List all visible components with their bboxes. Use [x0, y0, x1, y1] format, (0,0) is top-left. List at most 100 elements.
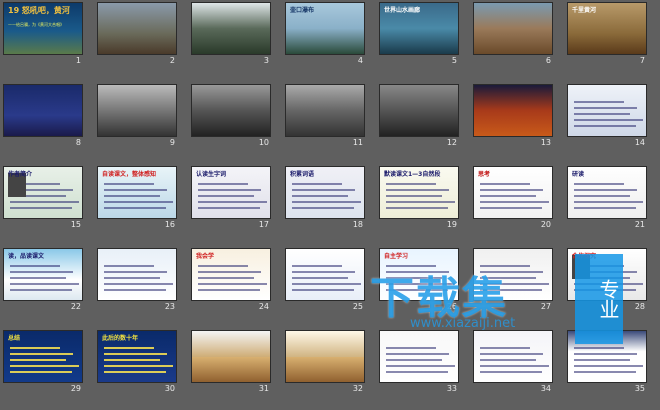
- slide-preview: [285, 248, 365, 301]
- slide-thumbnail[interactable]: 35: [567, 330, 647, 396]
- slide-number: 13: [540, 138, 551, 147]
- slide-thumbnail[interactable]: 思考 20: [473, 166, 553, 232]
- slide-thumbnail[interactable]: 25: [285, 248, 365, 314]
- text-line: [104, 359, 160, 361]
- text-line: [386, 277, 442, 279]
- slide-thumbnail[interactable]: 读，品读课文 22: [3, 248, 83, 314]
- slide-thumbnail[interactable]: 世界山水画廊 5: [379, 2, 459, 68]
- slide-number: 23: [164, 302, 175, 311]
- slide-thumbnail[interactable]: 积累词语 18: [285, 166, 365, 232]
- slide-number: 18: [352, 220, 363, 229]
- text-line: [574, 201, 643, 203]
- slide-thumbnail[interactable]: 6: [473, 2, 553, 68]
- text-line: [574, 107, 637, 109]
- slide-number: 26: [446, 302, 457, 311]
- slide-number: 12: [446, 138, 457, 147]
- text-line: [480, 271, 543, 273]
- slide-thumbnail[interactable]: 自读课文，整体感知 16: [97, 166, 177, 232]
- slide-thumbnail[interactable]: 13: [473, 84, 553, 150]
- slide-thumbnail[interactable]: 合作探究 28: [567, 248, 647, 314]
- slide-number: 5: [451, 56, 457, 65]
- text-line: [198, 265, 248, 267]
- text-line: [574, 347, 624, 349]
- text-line: [574, 353, 637, 355]
- slide-number: 3: [263, 56, 269, 65]
- text-line: [10, 365, 79, 367]
- text-line: [10, 283, 79, 285]
- slide-preview: [191, 84, 271, 137]
- waterfall-image: [286, 357, 364, 382]
- slide-number: 10: [258, 138, 269, 147]
- slide-preview: [191, 2, 271, 55]
- slide-thumbnail[interactable]: 12: [379, 84, 459, 150]
- text-line: [386, 195, 442, 197]
- slide-thumbnail[interactable]: 10: [191, 84, 271, 150]
- slide-number: 31: [258, 384, 269, 393]
- slide-number: 6: [545, 56, 551, 65]
- text-line: [10, 353, 73, 355]
- slide-thumbnail[interactable]: 14: [567, 84, 647, 150]
- slide-preview: [97, 248, 177, 301]
- slide-title: 壶口瀑布: [290, 7, 315, 14]
- slide-thumbnail[interactable]: 9: [97, 84, 177, 150]
- slide-preview: 作者简介: [3, 166, 83, 219]
- text-line: [104, 283, 173, 285]
- text-line: [386, 283, 455, 285]
- text-line: [574, 371, 636, 373]
- slide-thumbnail[interactable]: 认读生字词 17: [191, 166, 271, 232]
- slide-thumbnail[interactable]: 总结 29: [3, 330, 83, 396]
- text-line: [480, 283, 549, 285]
- text-line: [104, 289, 166, 291]
- text-line: [574, 283, 643, 285]
- slide-thumbnail[interactable]: 3: [191, 2, 271, 68]
- text-line: [10, 265, 60, 267]
- text-line: [386, 183, 436, 185]
- slide-number: 21: [634, 220, 645, 229]
- slide-preview: 壶口瀑布: [285, 2, 365, 55]
- text-line: [574, 189, 637, 191]
- slide-thumbnail[interactable]: 自主学习 26: [379, 248, 459, 314]
- slide-thumbnail[interactable]: 31: [191, 330, 271, 396]
- text-line: [198, 201, 267, 203]
- slide-title: 合作探究: [572, 253, 597, 260]
- slide-preview: [379, 330, 459, 383]
- slide-grid: 19 怒吼吧，黄河 ——给吕骥，为《黄河大合唱》 1 2 3 壶口瀑布 4 世界山水画廊 5 6 千…: [0, 0, 660, 410]
- slide-thumbnail[interactable]: 32: [285, 330, 365, 396]
- slide-number: 32: [352, 384, 363, 393]
- slide-preview: [3, 84, 83, 137]
- slide-number: 20: [540, 220, 551, 229]
- slide-thumbnail[interactable]: 作者简介 15: [3, 166, 83, 232]
- slide-preview: [97, 84, 177, 137]
- text-line: [198, 271, 261, 273]
- slide-thumbnail[interactable]: 33: [379, 330, 459, 396]
- slide-thumbnail[interactable]: 19 怒吼吧，黄河 ——给吕骥，为《黄河大合唱》 1: [3, 2, 83, 68]
- slide-preview: [567, 330, 647, 383]
- text-line: [292, 271, 355, 273]
- slide-thumbnail[interactable]: 默读课文1—3自然段 19: [379, 166, 459, 232]
- slide-thumbnail[interactable]: 11: [285, 84, 365, 150]
- slide-thumbnail[interactable]: 此后的数十年 30: [97, 330, 177, 396]
- slide-preview: 积累词语: [285, 166, 365, 219]
- text-line: [198, 183, 248, 185]
- slide-thumbnail[interactable]: 8: [3, 84, 83, 150]
- text-line: [386, 207, 448, 209]
- slide-preview: [473, 2, 553, 55]
- slide-preview: [473, 248, 553, 301]
- slide-preview: 此后的数十年: [97, 330, 177, 383]
- slide-number: 27: [540, 302, 551, 311]
- slide-thumbnail[interactable]: 我会学 24: [191, 248, 271, 314]
- slide-preview: 研读: [567, 166, 647, 219]
- slide-thumbnail[interactable]: 2: [97, 2, 177, 68]
- text-line: [480, 201, 549, 203]
- text-line: [104, 189, 167, 191]
- slide-title: 世界山水画廊: [384, 7, 421, 14]
- slide-title: 此后的数十年: [102, 335, 139, 342]
- slide-thumbnail[interactable]: 壶口瀑布 4: [285, 2, 365, 68]
- slide-thumbnail[interactable]: 23: [97, 248, 177, 314]
- slide-thumbnail[interactable]: 千里黄河 7: [567, 2, 647, 68]
- slide-thumbnail[interactable]: 研读 21: [567, 166, 647, 232]
- slide-thumbnail[interactable]: 34: [473, 330, 553, 396]
- slide-title: 自读课文，整体感知: [102, 171, 157, 178]
- slide-thumbnail[interactable]: 27: [473, 248, 553, 314]
- slide-preview: 自主学习: [379, 248, 459, 301]
